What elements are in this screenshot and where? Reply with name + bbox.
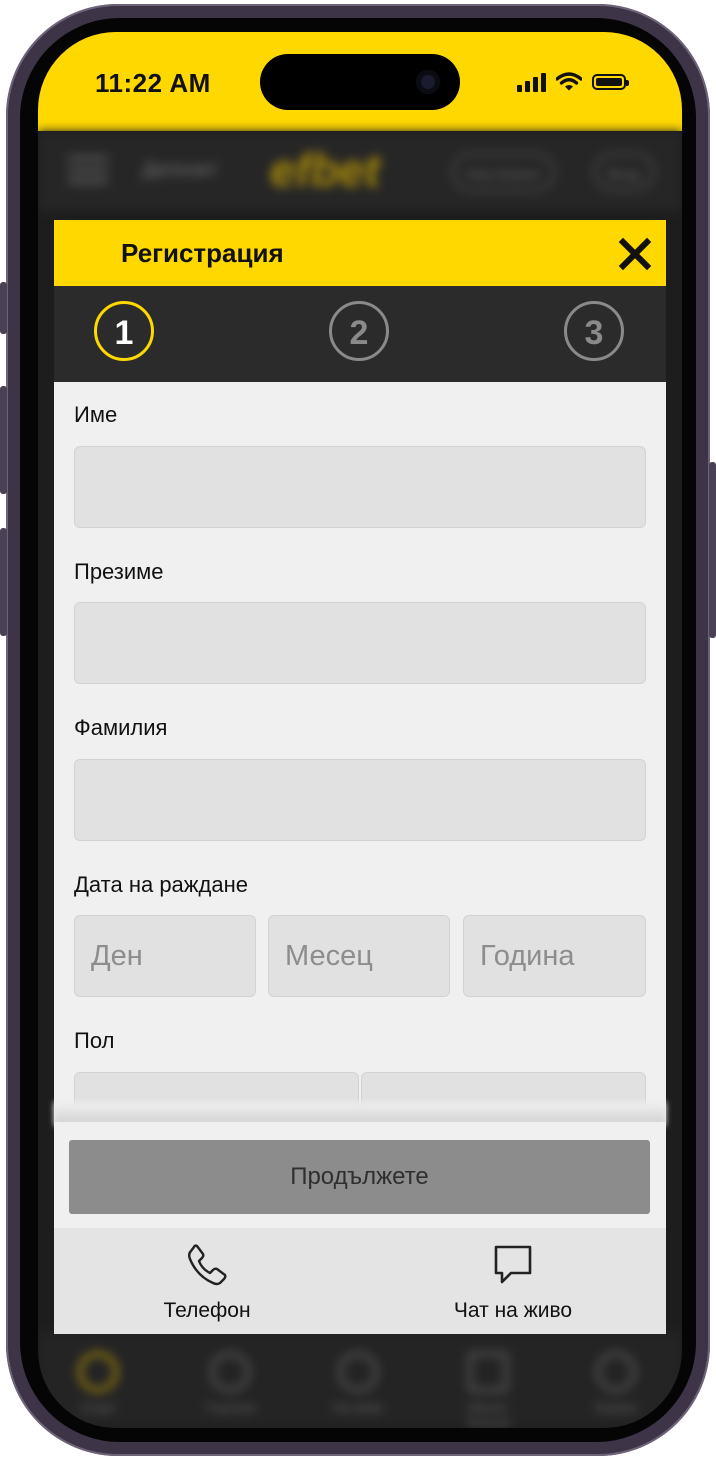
volume-down-button — [0, 528, 7, 636]
gender-label: Пол — [74, 1028, 115, 1053]
modal-header: Регистрация — [54, 220, 666, 286]
registration-modal: Регистрация 1 2 3 Име Презиме Фамилия Да… — [54, 220, 666, 1334]
first-name-label: Име — [74, 402, 118, 427]
birth-date-label: Дата на раждане — [74, 872, 248, 897]
bets-icon — [468, 1352, 508, 1392]
live-chat-label: Чат на живо — [453, 1299, 573, 1322]
birth-month-select[interactable]: Месец — [268, 915, 450, 997]
status-icons — [517, 70, 629, 94]
first-name-input[interactable] — [74, 446, 646, 528]
status-time: 11:22 AM — [95, 68, 211, 98]
camera-icon — [416, 70, 440, 94]
background-bottom-nav: Спорт Търсене На живо Моите Залози Казин… — [38, 1332, 682, 1428]
nav-item-sport: Спорт — [68, 1352, 128, 1415]
continue-section: Продължете — [54, 1122, 666, 1228]
step-1-indicator: 1 — [94, 301, 154, 361]
nav-label: На живо — [332, 1400, 384, 1415]
continue-button[interactable]: Продължете — [69, 1140, 650, 1214]
close-icon[interactable] — [618, 237, 652, 271]
middle-name-label: Презиме — [74, 559, 164, 584]
battery-icon — [592, 74, 629, 90]
brand-logo: efbet — [270, 144, 380, 196]
live-chat-button[interactable]: Чат на живо — [438, 1242, 588, 1323]
last-name-label: Фамилия — [74, 715, 168, 740]
nav-label: Моите Залози — [466, 1400, 510, 1428]
last-name-input[interactable] — [74, 759, 646, 841]
phone-contact-button[interactable]: Телефон — [142, 1242, 272, 1323]
birth-day-select[interactable]: Ден — [74, 915, 256, 997]
live-icon — [338, 1352, 378, 1392]
deposit-link: Депозит — [142, 159, 218, 181]
casino-chip-icon — [596, 1352, 636, 1392]
sports-ball-icon — [78, 1352, 118, 1392]
nav-item-search: Търсене — [200, 1352, 260, 1415]
cellular-signal-icon — [517, 72, 546, 92]
background-header: Депозит efbet Нов Клиент Вход — [38, 131, 682, 211]
nav-item-live: На живо — [328, 1352, 388, 1415]
chat-bubble-icon — [494, 1245, 532, 1284]
middle-name-input[interactable] — [74, 602, 646, 684]
step-3-indicator: 3 — [564, 301, 624, 361]
action-button — [0, 282, 7, 334]
wifi-icon — [556, 72, 582, 91]
menu-icon — [68, 156, 108, 184]
phone-icon — [188, 1244, 227, 1286]
status-bar: 11:22 AM — [38, 32, 682, 131]
search-icon — [210, 1352, 250, 1392]
nav-label: Казино — [594, 1400, 638, 1415]
registration-stepper: 1 2 3 — [54, 286, 666, 382]
dynamic-island — [260, 54, 460, 110]
step-2-indicator: 2 — [329, 301, 389, 361]
volume-up-button — [0, 386, 7, 494]
new-client-button: Нов Клиент — [452, 153, 556, 191]
nav-item-bets: Моите Залози — [458, 1352, 518, 1428]
nav-label: Търсене — [204, 1400, 256, 1415]
modal-title: Регистрация — [121, 238, 284, 268]
power-button — [709, 462, 716, 638]
nav-label: Спорт — [79, 1400, 117, 1415]
contact-bar: Телефон Чат на живо — [54, 1228, 666, 1334]
phone-contact-label: Телефон — [163, 1299, 251, 1322]
login-button: Вход — [594, 153, 654, 191]
birth-year-select[interactable]: Година — [463, 915, 646, 997]
nav-item-casino: Казино — [586, 1352, 646, 1415]
